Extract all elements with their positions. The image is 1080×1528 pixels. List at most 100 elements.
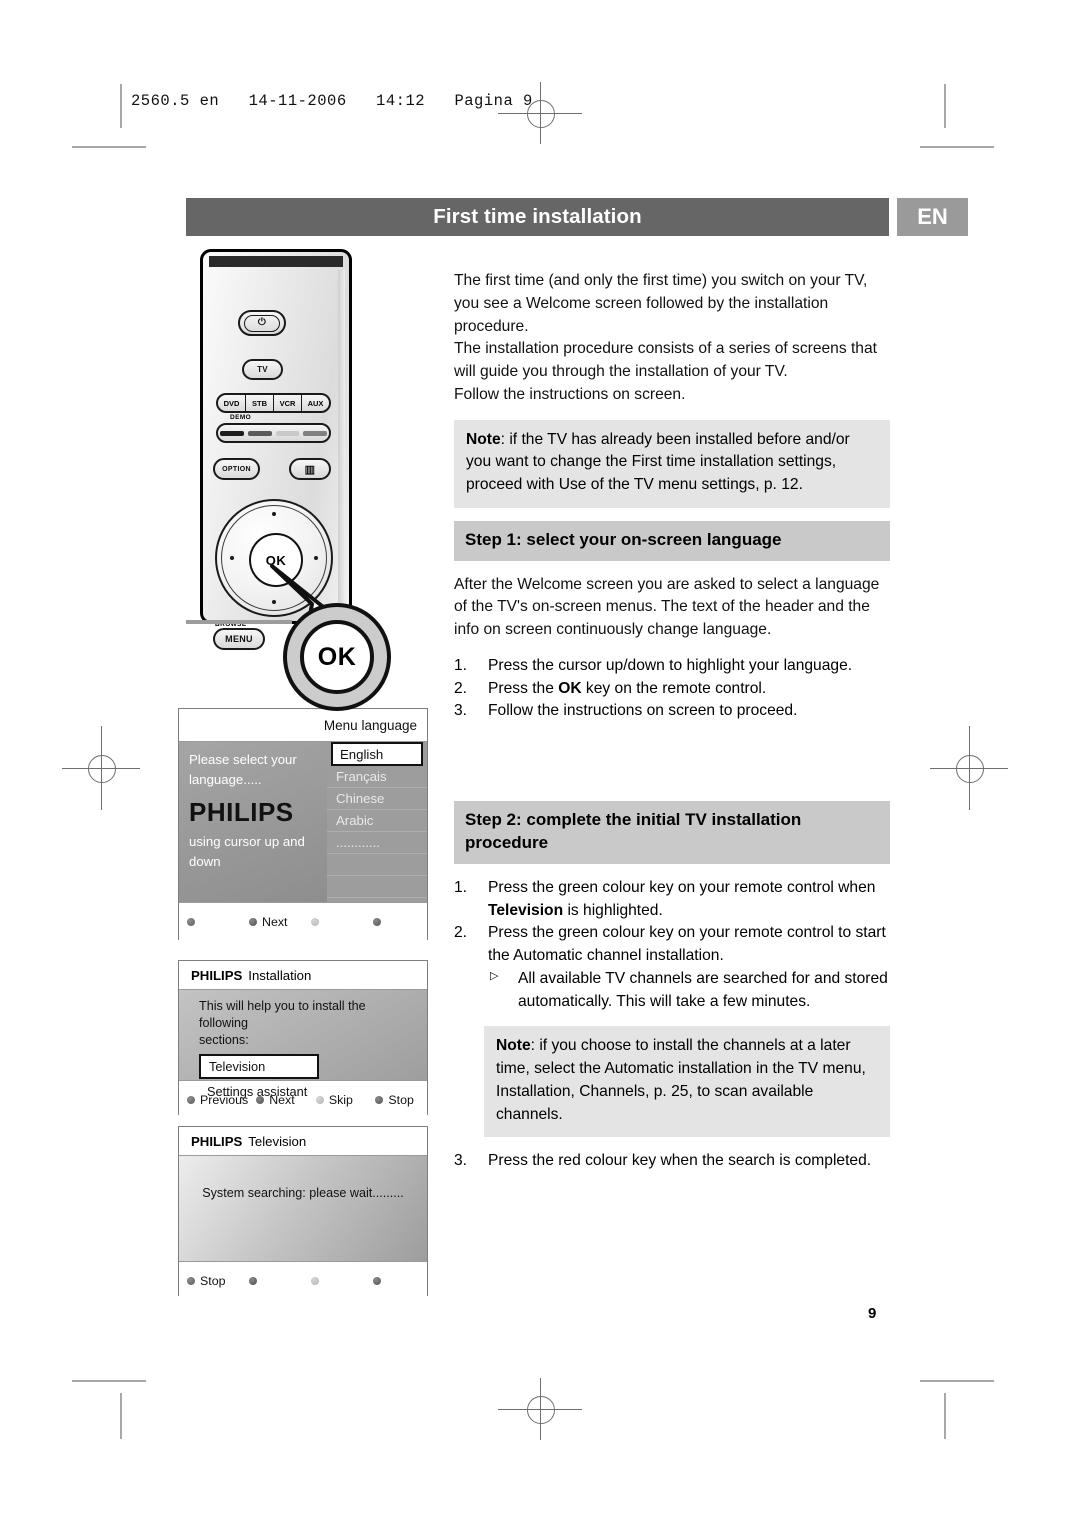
tv-screen-television-search: PHILIPS Television System searching: ple… [178, 1126, 428, 1300]
tv1-footer-green[interactable]: Next [241, 915, 303, 929]
power-button[interactable]: ⏻ [238, 310, 286, 336]
step-2-item-1-strong: Television [488, 901, 564, 919]
tv1-info-panel: Please select your language..... PHILIPS… [179, 742, 327, 902]
tv1-footer-yellow[interactable] [303, 918, 365, 926]
language-item-chinese[interactable]: Chinese [327, 788, 427, 810]
step-2-item-2-num: 2. [454, 924, 468, 942]
language-badge-text: EN [917, 204, 948, 229]
language-item-arabic[interactable]: Arabic [327, 810, 427, 832]
red-colour-key[interactable] [220, 430, 244, 436]
intro-paragraph-1: The first time (and only the first time)… [454, 272, 868, 335]
step-2-item-1-num: 1. [454, 878, 468, 896]
philips-logo-small: PHILIPS [191, 967, 243, 983]
blue-key-icon [375, 1096, 384, 1104]
print-slug-line: 2560.5 en 14-11-2006 14:12 Pagina 9 [131, 92, 533, 110]
green-key-icon [249, 1277, 257, 1285]
power-icon: ⏻ [244, 314, 280, 332]
tv1-footer-red[interactable] [179, 918, 241, 926]
crop-mark-top-right-vertical [944, 84, 946, 128]
tv2-footer-next[interactable]: Next [248, 1093, 308, 1107]
step-2-item-3-text: Press the red colour key when the search… [488, 1152, 872, 1170]
step-2-item-3-num: 3. [454, 1152, 468, 1170]
step-1-item-3: 3. Follow the instructions on screen to … [454, 700, 890, 723]
tv2-header-text: Installation [248, 967, 312, 983]
step-1-item-2: 2. Press the OK key on the remote contro… [454, 678, 890, 701]
tv3-footer-green[interactable] [241, 1277, 303, 1285]
red-key-icon [187, 918, 195, 926]
yellow-colour-key[interactable] [275, 430, 300, 436]
language-item-francais[interactable]: Français [327, 766, 427, 788]
blue-key-icon [373, 1277, 381, 1285]
crop-mark-bottom-left-vertical [120, 1393, 122, 1439]
colour-key-bar[interactable] [216, 423, 331, 443]
crop-mark-top-left-horizontal [72, 146, 146, 148]
cursor-left-dot[interactable] [230, 556, 234, 560]
tv3-footer-yellow[interactable] [303, 1277, 365, 1285]
tv2-footer-skip[interactable]: Skip [308, 1093, 368, 1107]
step-2-sub-item: ▷ All available TV channels are searched… [488, 968, 890, 1014]
philips-logo: PHILIPS [189, 796, 294, 827]
ok-button-callout: OK [283, 603, 391, 711]
language-list[interactable]: English Français Chinese Arabic ........… [327, 742, 427, 902]
language-item-english[interactable]: English [331, 742, 423, 766]
registration-mark-left [62, 726, 140, 810]
cursor-up-dot[interactable] [272, 512, 276, 516]
tv2-footer-previous-label: Previous [200, 1093, 249, 1107]
intro-paragraph-3: Follow the instructions on screen. [454, 385, 686, 403]
remote-ir-window [209, 256, 343, 267]
tv2-line2: sections: [199, 1033, 249, 1047]
crop-mark-top-left-vertical [120, 84, 122, 128]
tv2-footer-next-label: Next [269, 1093, 295, 1107]
step-1-item-2-pre: Press the [488, 679, 559, 697]
aux-button[interactable]: AUX [302, 395, 329, 411]
tv-mode-button[interactable]: TV [242, 359, 283, 380]
intro-paragraph-2: The installation procedure consists of a… [454, 340, 877, 381]
stb-button[interactable]: STB [246, 395, 274, 411]
green-colour-key[interactable] [247, 430, 272, 436]
red-key-icon [187, 1096, 195, 1104]
tv2-footer-stop-label: Stop [388, 1093, 414, 1107]
yellow-key-icon [311, 1277, 319, 1285]
language-item-empty-2 [327, 876, 427, 898]
philips-logo-small: PHILIPS [191, 1133, 243, 1149]
vcr-button[interactable]: VCR [274, 395, 302, 411]
yellow-key-icon [315, 1096, 324, 1104]
tv-screen-installation: PHILIPS Installation This will help you … [178, 960, 428, 1119]
step-1-body: After the Welcome screen you are asked t… [454, 575, 880, 639]
option-button[interactable]: OPTION [213, 458, 260, 480]
tv1-line3: using cursor up and [189, 833, 305, 849]
step-2-sub-item-text: All available TV channels are searched f… [518, 969, 888, 1010]
menu-button[interactable]: MENU [213, 628, 265, 650]
triangle-bullet-icon: ▷ [490, 969, 499, 982]
step-1-item-1-text: Press the cursor up/down to highlight yo… [488, 656, 853, 674]
language-item-more[interactable]: ............ [327, 832, 427, 854]
tv2-header: PHILIPS Installation [179, 961, 427, 990]
step-2-item-1-post: is highlighted. [563, 901, 663, 919]
step-2-item-3: 3. Press the red colour key when the sea… [454, 1150, 890, 1173]
demo-label: DEMO [230, 414, 252, 421]
tv1-footer-blue[interactable] [365, 918, 427, 926]
dvd-button[interactable]: DVD [218, 395, 246, 411]
note-text-1: : if the TV has already been installed b… [466, 430, 850, 494]
tv1-line2: language..... [189, 772, 262, 788]
step-2-sub-list: ▷ All available TV channels are searched… [488, 968, 890, 1014]
note-text-2: : if you choose to install the channels … [496, 1037, 866, 1123]
step-2-list: 1. Press the green colour key on your re… [454, 877, 890, 1014]
crop-mark-bottom-right-vertical [944, 1393, 946, 1439]
step-1-item-1-num: 1. [454, 656, 468, 674]
step-2-heading: Step 2: complete the initial TV installa… [454, 801, 890, 864]
tv3-footer-blue[interactable] [365, 1277, 427, 1285]
install-item-television[interactable]: Television [199, 1054, 320, 1080]
blue-colour-key[interactable] [303, 430, 327, 436]
source-mode-button-row[interactable]: DVD STB VCR AUX [216, 393, 331, 413]
tv2-footer-previous[interactable]: Previous [179, 1093, 248, 1107]
tv2-footer-skip-label: Skip [328, 1093, 353, 1107]
tv1-header: Menu language [179, 709, 427, 742]
teletext-book-icon[interactable]: ▥ [289, 458, 331, 480]
crop-mark-bottom-left-horizontal [72, 1380, 146, 1382]
tv3-footer-stop[interactable]: Stop [179, 1274, 241, 1288]
green-key-icon [256, 1096, 265, 1104]
tv3-header: PHILIPS Television [179, 1127, 427, 1156]
page-title-text: First time installation [433, 205, 642, 228]
tv2-footer-stop[interactable]: Stop [367, 1093, 427, 1107]
